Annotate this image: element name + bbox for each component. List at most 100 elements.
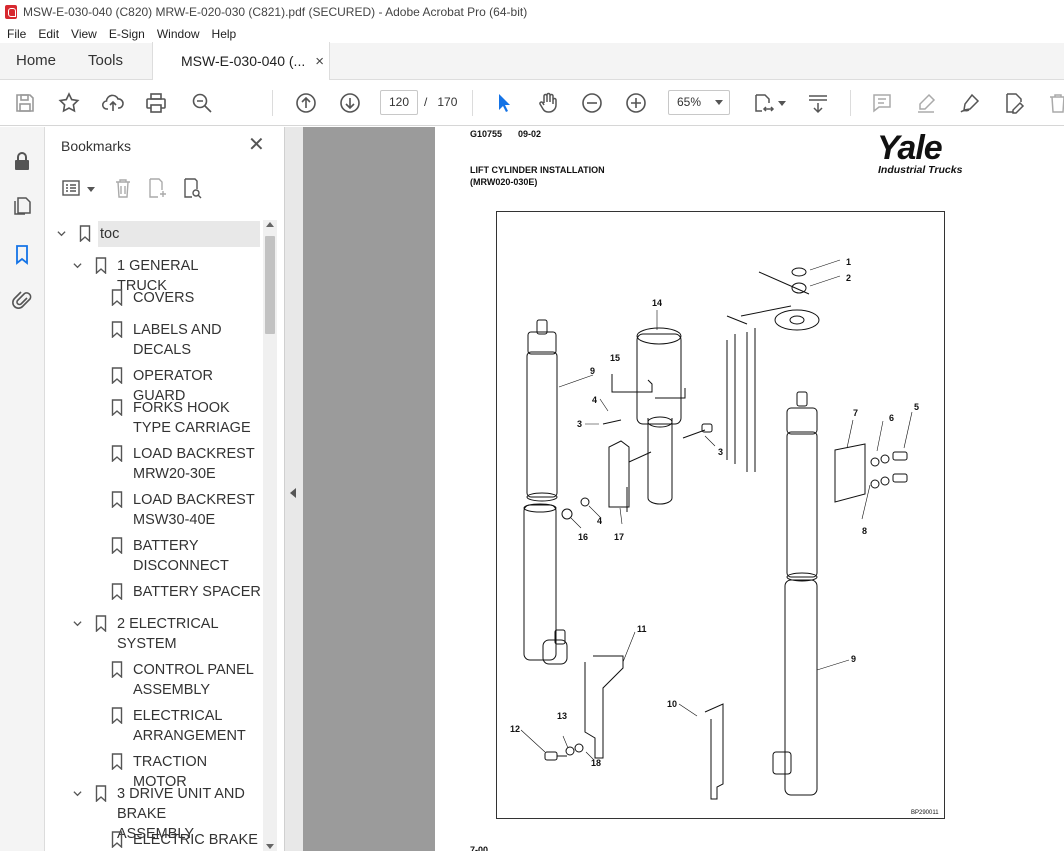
bookmark-item[interactable]: TRACTION MOTOR xyxy=(45,752,263,790)
bookmark-icon xyxy=(111,831,123,848)
bookmark-item[interactable]: OPERATOR GUARD xyxy=(45,366,263,404)
chevron-down-icon[interactable] xyxy=(73,789,82,798)
callout-number: 6 xyxy=(889,413,895,423)
new-bookmark-icon[interactable] xyxy=(146,177,168,199)
bookmark-icon xyxy=(111,321,123,338)
bookmark-item[interactable]: BATTERY DISCONNECT xyxy=(45,536,263,576)
chevron-down-icon[interactable] xyxy=(87,187,95,192)
bookmark-item[interactable]: ELECTRIC BRAKE xyxy=(45,830,263,850)
bookmark-label: COVERS xyxy=(133,290,195,306)
menu-edit[interactable]: Edit xyxy=(31,27,64,41)
find-bookmark-icon[interactable] xyxy=(181,177,203,199)
page-number-input[interactable]: 120 xyxy=(380,90,418,115)
bookmark-label: CONTROL PANEL ASSEMBLY xyxy=(133,662,254,698)
zoom-in-icon[interactable] xyxy=(624,91,648,115)
bookmark-label: toc xyxy=(98,221,260,247)
bookmark-item[interactable]: toc xyxy=(45,221,263,247)
pdf-page: G10755 09-02 LIFT CYLINDER INSTALLATION … xyxy=(435,127,1064,851)
page-down-icon[interactable] xyxy=(338,91,362,115)
save-icon[interactable] xyxy=(13,91,37,115)
yale-logo: Yale xyxy=(877,129,943,167)
bookmark-panel-icon[interactable] xyxy=(11,243,33,265)
print-icon[interactable] xyxy=(144,91,168,115)
tab-tools[interactable]: Tools xyxy=(72,42,152,79)
menu-bar: File Edit View E-Sign Window Help xyxy=(0,24,1064,43)
edit-pdf-icon[interactable] xyxy=(1002,91,1026,115)
close-icon[interactable]: ✕ xyxy=(248,135,265,155)
figure-reference: BP290011 xyxy=(911,810,939,816)
tab-home[interactable]: Home xyxy=(0,42,72,79)
menu-view[interactable]: View xyxy=(64,27,102,41)
menu-window[interactable]: Window xyxy=(150,27,205,41)
bookmark-item[interactable]: 3 DRIVE UNIT AND BRAKE ASSEMBLY xyxy=(45,784,263,842)
star-icon[interactable] xyxy=(57,91,81,115)
exploded-parts-drawing xyxy=(496,211,945,819)
callout-number: 10 xyxy=(667,699,678,709)
page-thumbnails-icon[interactable] xyxy=(11,195,33,217)
main-toolbar xyxy=(0,80,1064,126)
bookmark-icon xyxy=(111,707,123,724)
tab-document[interactable]: MSW-E-030-040 (... × xyxy=(152,42,330,80)
callout-number: 1 xyxy=(846,257,852,267)
bookmark-item[interactable]: COVERS xyxy=(45,288,263,308)
tab-document-label: MSW-E-030-040 (... xyxy=(181,53,306,69)
callout-number: 3 xyxy=(577,419,583,429)
menu-file[interactable]: File xyxy=(0,27,31,41)
delete-icon[interactable] xyxy=(1046,91,1064,115)
lift-cylinder-diagram xyxy=(520,259,913,800)
bookmark-label: LOAD BACKREST MRW20-30E xyxy=(133,446,255,482)
document-view[interactable]: G10755 09-02 LIFT CYLINDER INSTALLATION … xyxy=(303,127,1064,851)
bookmarks-scrollbar[interactable] xyxy=(263,220,277,851)
scrollbar-thumb[interactable] xyxy=(265,236,275,334)
lock-icon[interactable] xyxy=(11,150,33,172)
attachment-paperclip-icon[interactable] xyxy=(11,289,33,311)
window-title: MSW-E-030-040 (C820) MRW-E-020-030 (C821… xyxy=(23,5,528,19)
bookmark-icon xyxy=(111,445,123,462)
page-footer: 7-00 xyxy=(470,845,489,851)
chevron-down-icon[interactable] xyxy=(57,229,66,238)
scroll-down-arrow-icon[interactable] xyxy=(266,844,274,849)
comment-icon[interactable] xyxy=(870,91,894,115)
bookmark-item[interactable]: LOAD BACKREST MSW30-40E xyxy=(45,490,263,530)
chevron-down-icon[interactable] xyxy=(778,101,786,106)
chevron-down-icon[interactable] xyxy=(73,261,82,270)
bookmark-icon xyxy=(111,753,123,770)
zoom-search-icon[interactable] xyxy=(190,91,214,115)
highlight-pen-icon[interactable] xyxy=(914,91,938,115)
bookmark-item[interactable]: FORKS HOOK TYPE CARRIAGE xyxy=(45,398,263,438)
bookmark-icon xyxy=(111,583,123,600)
upload-cloud-icon[interactable] xyxy=(101,91,125,115)
bookmark-item[interactable]: ELECTRICAL ARRANGEMENT xyxy=(45,706,263,746)
bookmark-item[interactable]: 1 GENERAL TRUCK xyxy=(45,256,263,294)
panel-collapse-strip[interactable] xyxy=(285,127,303,851)
bookmark-item[interactable]: BATTERY SPACER xyxy=(45,582,263,602)
window-title-bar: MSW-E-030-040 (C820) MRW-E-020-030 (C821… xyxy=(0,0,1064,24)
page-up-icon[interactable] xyxy=(294,91,318,115)
menu-help[interactable]: Help xyxy=(205,27,242,41)
scroll-up-arrow-icon[interactable] xyxy=(266,222,274,227)
bookmark-item[interactable]: LABELS AND DECALS xyxy=(45,320,263,360)
bookmark-item[interactable]: 2 ELECTRICAL SYSTEM xyxy=(45,614,263,654)
center-cylinder xyxy=(636,327,682,505)
yale-logo-subtitle: Industrial Trucks xyxy=(878,164,963,176)
page-fit-icon[interactable] xyxy=(752,91,776,115)
chevron-down-icon[interactable] xyxy=(73,619,82,628)
sign-pen-icon[interactable] xyxy=(958,91,982,115)
bookmark-options-icon[interactable] xyxy=(61,177,83,199)
zoom-select[interactable]: 65% xyxy=(668,90,730,115)
menu-esign[interactable]: E-Sign xyxy=(102,27,150,41)
total-pages: 170 xyxy=(437,95,458,109)
zoom-out-icon[interactable] xyxy=(580,91,604,115)
left-navigation-rail xyxy=(0,127,45,851)
bookmark-icon xyxy=(111,289,123,306)
scroll-mode-icon[interactable] xyxy=(806,91,830,115)
hand-tool-icon[interactable] xyxy=(536,91,560,115)
bolt-3 xyxy=(602,419,706,439)
delete-bookmark-icon[interactable] xyxy=(112,177,134,199)
close-tab-icon[interactable]: × xyxy=(315,53,324,70)
collapse-left-icon[interactable] xyxy=(290,488,296,498)
right-lift-cylinder xyxy=(772,391,818,796)
bookmark-item[interactable]: CONTROL PANEL ASSEMBLY xyxy=(45,660,263,700)
bookmark-item[interactable]: LOAD BACKREST MRW20-30E xyxy=(45,444,263,484)
select-cursor-icon[interactable] xyxy=(492,91,516,115)
